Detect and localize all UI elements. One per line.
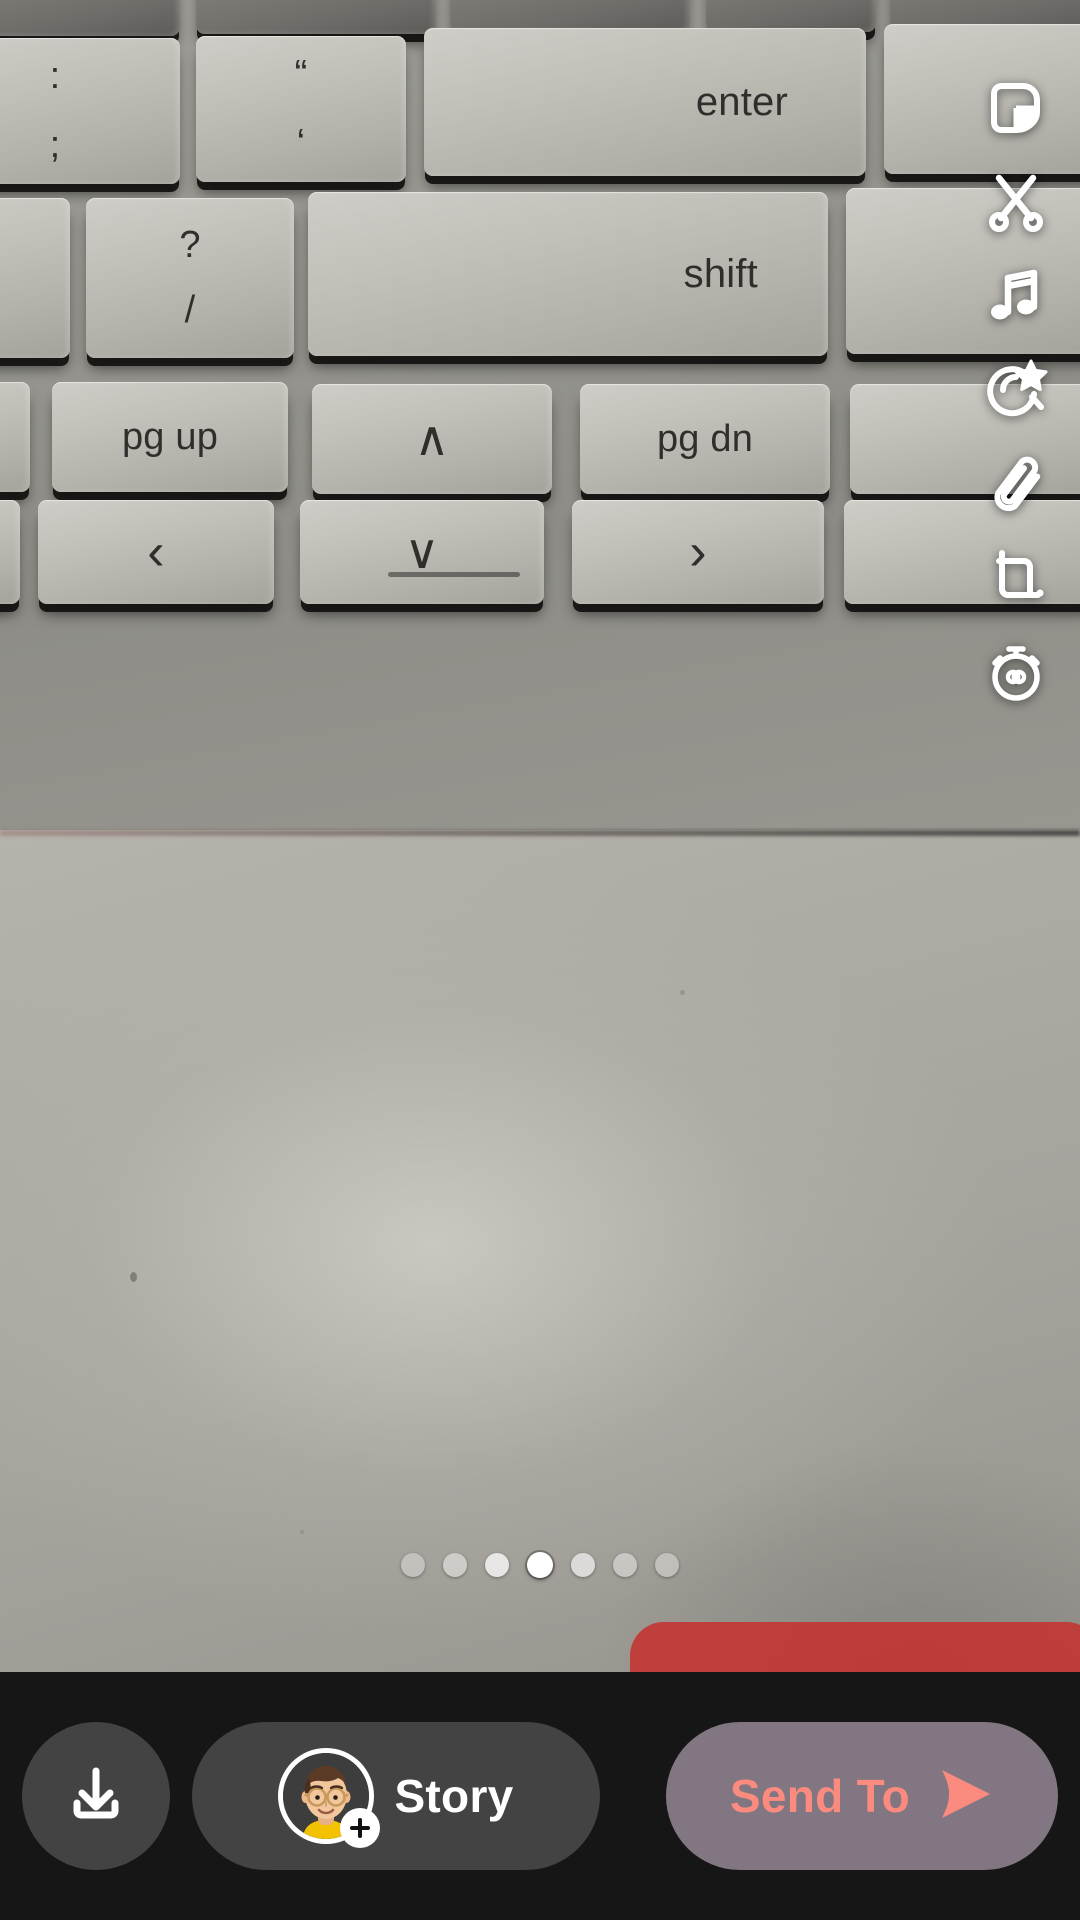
key-arrow-up-label: ∧ [414,413,450,466]
pager-dot[interactable] [613,1553,637,1577]
story-label: Story [394,1770,514,1822]
pager-dot[interactable] [655,1553,679,1577]
spacebar-edge [388,572,520,577]
key-quote-top-label: “ [294,53,308,95]
key-left-edge-3 [0,382,30,492]
key-shift-label: shift [683,251,758,296]
key-semicolon: : ; [0,38,180,184]
key-arrow-left: ‹ [38,500,274,604]
pager-dot-active[interactable] [527,1552,553,1578]
timer-icon[interactable] [978,634,1054,710]
editing-tool-rail[interactable] [970,70,1062,710]
pager-dot[interactable] [401,1553,425,1577]
key-slash-top-label: ? [179,224,201,266]
key-slash-bottom-label: / [184,289,196,331]
send-to-button[interactable]: Send To [666,1722,1058,1870]
scissors-icon[interactable] [978,164,1054,240]
key-quote: “ ‘ [196,36,406,182]
key-arrow-down: ∨ [300,500,544,604]
download-icon [61,1759,131,1834]
story-button[interactable]: Story [192,1722,600,1870]
key-left-edge-4 [0,500,20,604]
key-arrow-left-label: ‹ [147,523,165,581]
magic-eraser-icon[interactable] [978,352,1054,428]
key-pgdn: pg dn [580,384,830,494]
key-pgdn-label: pg dn [656,417,754,460]
key-enter-label: enter [695,79,788,124]
key-slash: ? / [86,198,294,358]
key-pgup: pg up [52,382,288,492]
save-button[interactable] [22,1722,170,1870]
pager-dot[interactable] [571,1553,595,1577]
sticker-icon[interactable] [978,70,1054,146]
key-arrow-right: › [572,500,824,604]
key-top-2 [196,0,436,34]
avatar [278,1748,381,1848]
filter-carousel-pager[interactable] [0,1552,1080,1578]
music-note-icon[interactable] [978,258,1054,334]
plus-icon [340,1808,381,1848]
key-arrow-right-label: › [689,523,707,581]
key-semicolon-bottom-label: ; [49,124,61,166]
send-arrow-icon [936,1768,994,1825]
paperclip-icon[interactable] [978,446,1054,522]
bottom-action-bar: Story Send To [0,1672,1080,1920]
key-enter: enter [424,28,866,176]
key-left-edge-2 [0,198,70,358]
key-shift: shift [308,192,828,356]
key-semicolon-top-label: : [49,55,61,97]
pager-dot[interactable] [485,1553,509,1577]
pager-dot[interactable] [443,1553,467,1577]
key-arrow-up: ∧ [312,384,552,494]
crop-icon[interactable] [978,540,1054,616]
key-quote-bottom-label: ‘ [296,122,306,164]
key-top-1 [0,0,180,36]
key-pgup-label: pg up [121,415,219,458]
keyboard-deck: : ; “ ‘ enter ? / shift pg up ∧ pg dn ‹ … [0,0,1080,836]
send-to-label: Send To [729,1770,911,1822]
